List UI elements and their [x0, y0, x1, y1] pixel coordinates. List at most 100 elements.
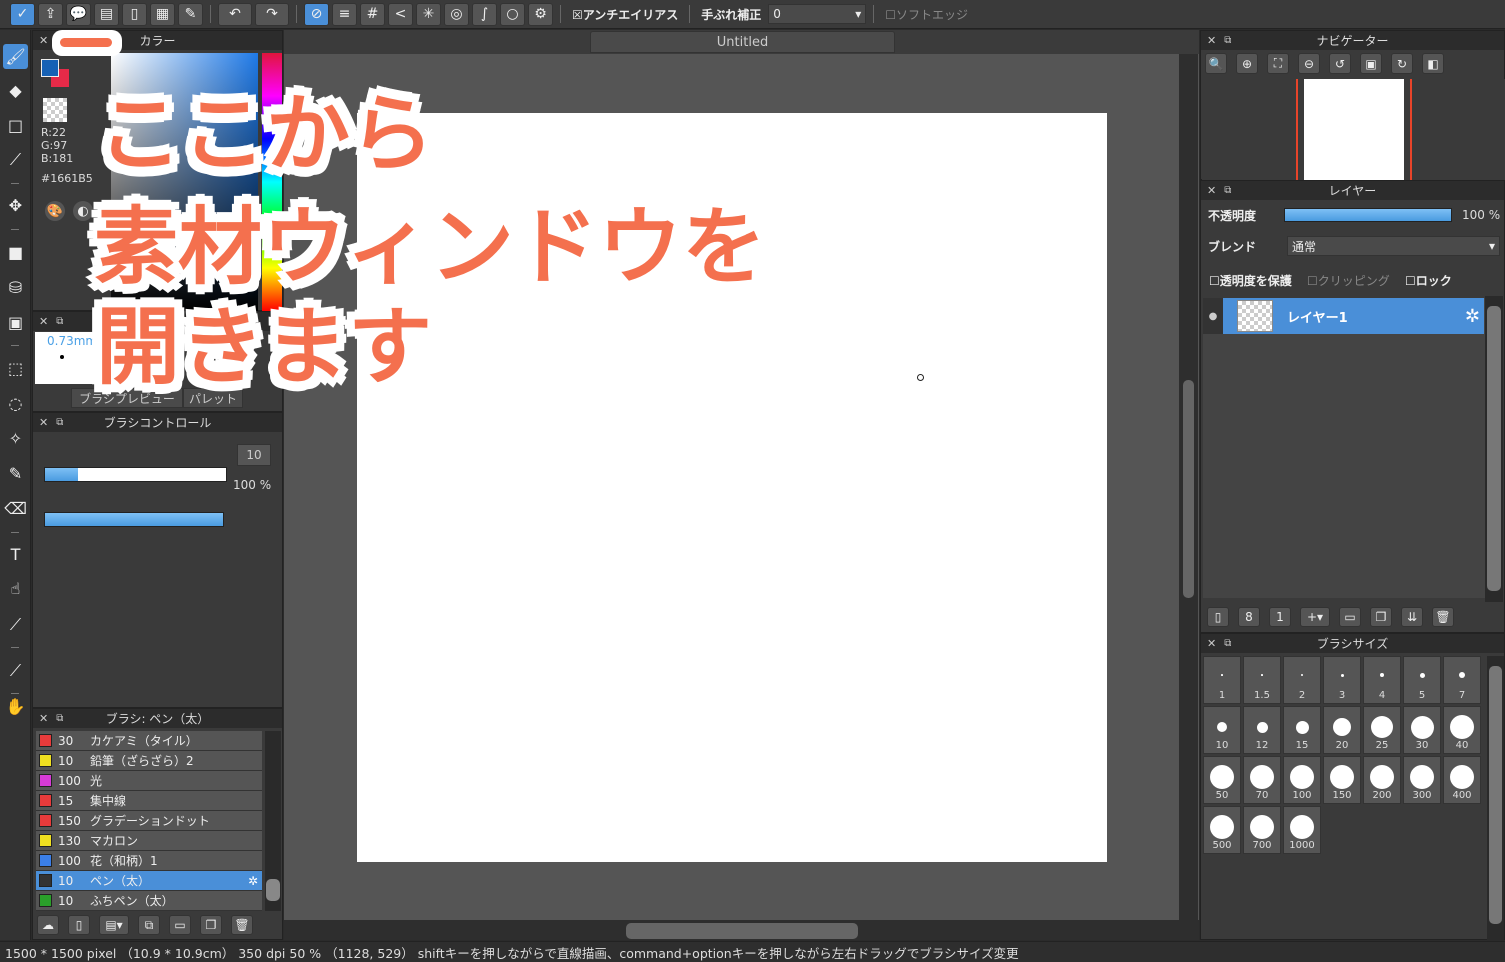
brush-size-cell[interactable]: 500 [1203, 806, 1241, 854]
fill-rect-tool-icon[interactable]: ■ [3, 240, 28, 265]
parallel-snap-icon[interactable]: ≡ [332, 2, 357, 26]
brush-list-item[interactable]: 150 グラデーションドット [36, 811, 262, 831]
protect-alpha-checkbox[interactable]: ☐透明度を保護 [1209, 272, 1292, 289]
brush-size-cell[interactable]: 20 [1323, 706, 1361, 754]
brush-size-cell[interactable]: 40 [1443, 706, 1481, 754]
brush-size-cell[interactable]: 5 [1403, 656, 1441, 704]
trash-icon[interactable]: 🗑 [231, 915, 253, 935]
new-layer-icon[interactable]: ▯ [1207, 607, 1229, 627]
brush-opacity-slider[interactable] [44, 512, 224, 527]
brush-list-item[interactable]: 10 ふちペン（太） [36, 891, 262, 911]
settings-snap-icon[interactable]: ⚙ [528, 2, 553, 26]
brush-size-cell[interactable]: 10 [1203, 706, 1241, 754]
redo-icon[interactable]: ↷ [255, 2, 289, 26]
brush-settings-gear-icon[interactable]: ✲ [248, 874, 258, 888]
canvas-vertical-scroll-thumb[interactable] [1183, 380, 1194, 598]
duplicate-brush-icon[interactable]: ⧉ [138, 915, 160, 935]
brush-size-cell[interactable]: 30 [1403, 706, 1441, 754]
brush-size-scroll-thumb[interactable] [1489, 666, 1502, 924]
popout-icon[interactable]: ⧉ [56, 713, 63, 724]
brush-list-item[interactable]: 15 集中線 [36, 791, 262, 811]
curve-snap-icon[interactable]: ∫ [472, 2, 497, 26]
document-tab[interactable]: Untitled [590, 31, 895, 53]
close-icon[interactable]: ✕ [1207, 637, 1216, 650]
radial-snap-icon[interactable]: ✳ [416, 2, 441, 26]
lock-checkbox[interactable]: ☐ロック [1405, 272, 1452, 289]
popout-icon[interactable]: ⧉ [56, 316, 63, 327]
brush-size-cell[interactable]: 100 [1283, 756, 1321, 804]
brush-size-cell[interactable]: 7 [1443, 656, 1481, 704]
dot-tool-icon[interactable]: ⟋ [3, 147, 28, 172]
hand-tool-icon[interactable]: ✋ [3, 694, 28, 719]
select-pen-tool-icon[interactable]: ✎ [3, 461, 28, 486]
gradient-tool-icon[interactable]: ▣ [3, 310, 28, 335]
close-icon[interactable]: ✕ [1207, 34, 1216, 47]
select-eraser-tool-icon[interactable]: ⌫ [3, 496, 28, 521]
brush-size-cell[interactable]: 400 [1443, 756, 1481, 804]
close-icon[interactable]: ✕ [1207, 184, 1216, 197]
brush-tool-icon[interactable]: 🖌 [3, 44, 28, 69]
bucket-tool-icon[interactable]: ⛁ [3, 275, 28, 300]
snap-off-icon[interactable]: ⊘ [304, 2, 329, 26]
foreground-color-swatch[interactable] [41, 59, 59, 77]
layer-settings-gear-icon[interactable]: ✲ [1465, 306, 1480, 327]
brush-size-cell[interactable]: 50 [1203, 756, 1241, 804]
select-layer-tool-icon[interactable]: ☝ [3, 576, 28, 601]
brush-size-cell[interactable]: 200 [1363, 756, 1401, 804]
layer-folder-icon[interactable]: ▭ [1339, 607, 1361, 627]
brush-size-cell[interactable]: 300 [1403, 756, 1441, 804]
eyedropper-tool-icon[interactable]: ⟋ [3, 612, 28, 637]
visibility-icon[interactable]: ● [1203, 298, 1223, 334]
concentric-snap-icon[interactable]: ◎ [444, 2, 469, 26]
brush-list-item[interactable]: 100 光 [36, 771, 262, 791]
new-1bit-layer-icon[interactable]: 1 [1269, 607, 1291, 627]
zoom-out-icon[interactable]: ⊖ [1298, 53, 1320, 74]
brush-size-cell[interactable]: 4 [1363, 656, 1401, 704]
popout-icon[interactable]: ⧉ [1224, 638, 1231, 649]
brush-list-item[interactable]: 130 マカロン [36, 831, 262, 851]
close-icon[interactable]: ✕ [39, 712, 48, 725]
rotate-right-icon[interactable]: ↻ [1391, 53, 1413, 74]
brush-size-slider[interactable] [44, 467, 227, 482]
popout-icon[interactable]: ⧉ [1224, 185, 1231, 196]
merge-layer-icon[interactable]: ⇊ [1401, 607, 1423, 627]
add-brush-menu-icon[interactable]: ▤▾ [99, 915, 129, 935]
undo-icon[interactable]: ↶ [218, 2, 252, 26]
new-8bit-layer-icon[interactable]: 8 [1238, 607, 1260, 627]
edit-icon[interactable]: ✎ [178, 2, 203, 26]
duplicate-layer-icon[interactable]: ❐ [1370, 607, 1392, 627]
zoom-in-icon[interactable]: ⊕ [1236, 53, 1258, 74]
move-tool-icon[interactable]: ✥ [3, 193, 28, 218]
brush-size-value[interactable]: 10 [237, 444, 271, 466]
layer-opacity-slider[interactable] [1284, 208, 1452, 222]
palette-icon[interactable]: 🎨 [45, 201, 65, 221]
lasso-tool-icon[interactable]: ◌ [3, 391, 28, 416]
brush-size-cell[interactable]: 1000 [1283, 806, 1321, 854]
brush-size-cell[interactable]: 700 [1243, 806, 1281, 854]
transparent-swatch[interactable] [43, 98, 67, 122]
popout-icon[interactable]: ⧉ [56, 417, 63, 428]
new-brush-icon[interactable]: ▯ [68, 915, 90, 935]
brush-list-item[interactable]: 10 ペン（太） ✲ [36, 871, 262, 891]
eraser-tool-icon[interactable]: ◆ [3, 78, 28, 103]
stabilizer-select[interactable]: 0 ▾ [768, 4, 867, 24]
brush-size-cell[interactable]: 1 [1203, 656, 1241, 704]
brush-size-cell[interactable]: 12 [1243, 706, 1281, 754]
close-icon[interactable]: ✕ [39, 34, 48, 47]
antialias-checkbox[interactable]: ☒アンチエイリアス [568, 6, 682, 23]
blend-mode-select[interactable]: 通常 ▾ [1287, 236, 1500, 256]
brush-size-cell[interactable]: 70 [1243, 756, 1281, 804]
delete-layer-icon[interactable]: 🗑 [1432, 607, 1454, 627]
brush-list-item[interactable]: 100 花（和柄）1 [36, 851, 262, 871]
perspective-snap-icon[interactable]: < [388, 2, 413, 26]
dropper-tool-icon[interactable]: ⟋ [3, 658, 28, 683]
brush-list-item[interactable]: 30 カケアミ（タイル） [36, 731, 262, 751]
ellipse-snap-icon[interactable]: ○ [500, 2, 525, 26]
brush-list-item[interactable]: 10 鉛筆（ざらざら）2 [36, 751, 262, 771]
soft-edge-checkbox[interactable]: ☐ソフトエッジ [881, 6, 972, 23]
brush-size-cell[interactable]: 15 [1283, 706, 1321, 754]
layout-icon[interactable]: ▦ [150, 2, 175, 26]
brush-size-cell[interactable]: 3 [1323, 656, 1361, 704]
actual-size-icon[interactable]: ▣ [1360, 53, 1382, 74]
select-rect-tool-icon[interactable]: ⬚ [3, 356, 28, 381]
